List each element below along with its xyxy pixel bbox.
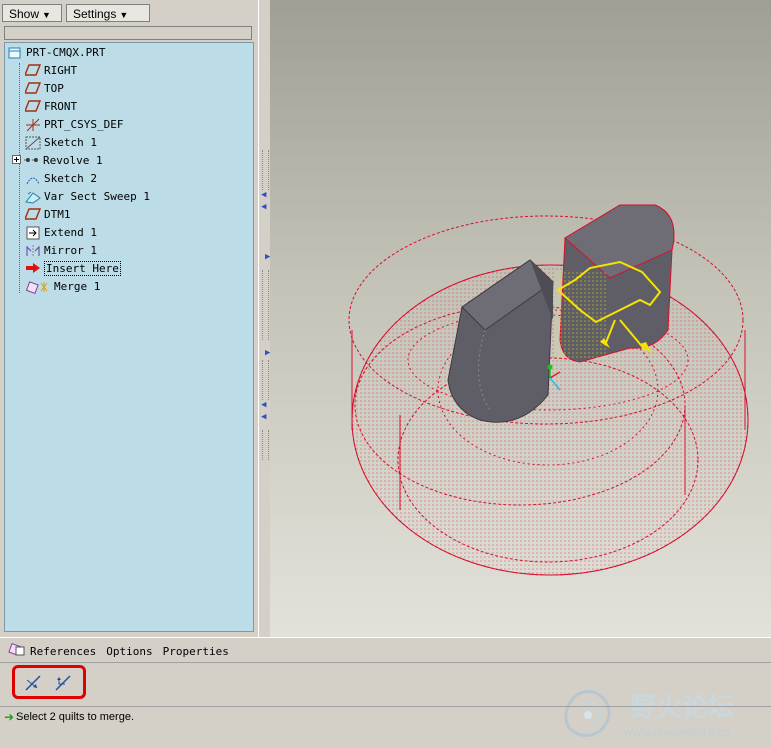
model-tree: PRT-CMQX.PRT RIGHT TOP FRONT PRT_CSYS_DE… — [4, 42, 254, 632]
tree-menu-bar: Show ▼ Settings ▼ — [2, 2, 258, 24]
mirror-icon — [25, 244, 41, 258]
tree-root-label: PRT-CMQX.PRT — [26, 46, 106, 59]
settings-menu-button[interactable]: Settings ▼ — [66, 4, 150, 22]
tree-item-dtm1[interactable]: DTM1 — [23, 207, 71, 223]
model-wireframe — [348, 204, 749, 576]
right-solid-body — [556, 204, 675, 363]
expand-plus-icon[interactable] — [11, 154, 21, 168]
tree-item-label: Mirror 1 — [44, 244, 97, 257]
tab-options[interactable]: Options — [106, 645, 152, 658]
tree-item-top[interactable]: TOP — [23, 81, 64, 97]
status-arrow-icon: ➜ — [4, 710, 15, 724]
feature-dashboard: References Options Properties 野火论坛 www.pro… — [0, 637, 771, 739]
status-bar: ➜ Select 2 quilts to merge. — [0, 706, 771, 727]
graphics-viewport[interactable] — [270, 0, 771, 637]
part-icon — [7, 46, 23, 60]
extend-icon — [25, 226, 41, 240]
tree-item-label: Sketch 2 — [44, 172, 97, 185]
tree-item-label: RIGHT — [44, 64, 78, 77]
settings-label: Settings — [73, 7, 117, 21]
merge-join-icon[interactable] — [53, 674, 73, 692]
tree-item-sketch2[interactable]: Sketch 2 — [25, 171, 97, 187]
collapse-left-icon[interactable]: ◀ — [261, 400, 266, 410]
tree-item-right[interactable]: RIGHT — [23, 63, 78, 79]
dropdown-arrow-icon: ▼ — [42, 10, 51, 20]
splitter-grip — [262, 430, 269, 460]
datum-plane-icon — [23, 64, 42, 78]
collapse-left-icon[interactable]: ◀ — [261, 190, 266, 200]
sweep-icon — [25, 190, 41, 204]
revolve-quilt — [348, 215, 749, 576]
tree-item-front[interactable]: FRONT — [23, 99, 78, 115]
tree-item-label: TOP — [44, 82, 64, 95]
tree-item-label: Extend 1 — [44, 226, 97, 239]
tree-root[interactable]: PRT-CMQX.PRT — [7, 45, 105, 61]
tree-item-label: Insert Here — [44, 261, 121, 276]
tree-item-label: Var Sect Sweep 1 — [44, 190, 150, 203]
merge-options-highlight — [12, 665, 86, 699]
tree-connector-line — [19, 63, 20, 293]
tree-item-csys[interactable]: PRT_CSYS_DEF — [25, 117, 123, 133]
tree-item-label: Revolve 1 — [43, 154, 103, 167]
splitter-grip — [262, 360, 269, 400]
tree-insert-here[interactable]: Insert Here — [25, 261, 121, 277]
tab-references[interactable]: References — [30, 645, 96, 658]
status-message: Select 2 quilts to merge. — [16, 711, 135, 723]
model-tree-panel: Show ▼ Settings ▼ PRT-CMQX.PRT RIGHT TOP F… — [0, 0, 262, 640]
tree-item-label: Sketch 1 — [44, 136, 97, 149]
datum-plane-icon — [23, 100, 42, 114]
tree-item-sweep1[interactable]: Var Sect Sweep 1 — [25, 189, 150, 205]
revolve-icon — [24, 154, 40, 168]
merge-intersect-icon[interactable] — [23, 674, 43, 692]
collapse-left-icon[interactable]: ◀ — [261, 412, 266, 422]
tree-item-label: FRONT — [44, 100, 78, 113]
collapse-left-icon[interactable]: ◀ — [261, 202, 266, 212]
tree-item-merge1[interactable]: Merge 1 — [25, 279, 100, 295]
tree-item-label: DTM1 — [44, 208, 71, 221]
watermark-url: www.proewildfire.cn — [624, 725, 731, 739]
sketch-icon — [25, 136, 41, 150]
show-label: Show — [9, 7, 40, 21]
show-menu-button[interactable]: Show ▼ — [2, 4, 62, 22]
tree-item-extend1[interactable]: Extend 1 — [25, 225, 97, 241]
tree-item-label: PRT_CSYS_DEF — [44, 118, 124, 131]
dashboard-tool-row: 野火论坛 www.proewildfire.cn — [0, 662, 771, 739]
merge-icon — [25, 280, 51, 295]
sketch-icon — [25, 172, 41, 186]
datum-plane-icon — [23, 82, 42, 96]
dashboard-tabs: References Options Properties — [8, 642, 239, 660]
splitter-grip — [262, 270, 269, 340]
tab-properties[interactable]: Properties — [163, 645, 229, 658]
insert-arrow-icon — [25, 262, 41, 276]
dropdown-arrow-icon: ▼ — [119, 10, 129, 20]
splitter-grip — [262, 150, 269, 190]
tree-item-revolve1[interactable]: Revolve 1 — [11, 153, 103, 169]
references-tab-icon — [8, 642, 26, 661]
datum-plane-icon — [23, 208, 42, 222]
tree-item-sketch1[interactable]: Sketch 1 — [25, 135, 97, 151]
tree-item-mirror1[interactable]: Mirror 1 — [25, 243, 97, 259]
tree-item-label: Merge 1 — [54, 280, 101, 293]
csys-icon — [25, 118, 41, 132]
tree-filter-field[interactable] — [4, 26, 252, 40]
